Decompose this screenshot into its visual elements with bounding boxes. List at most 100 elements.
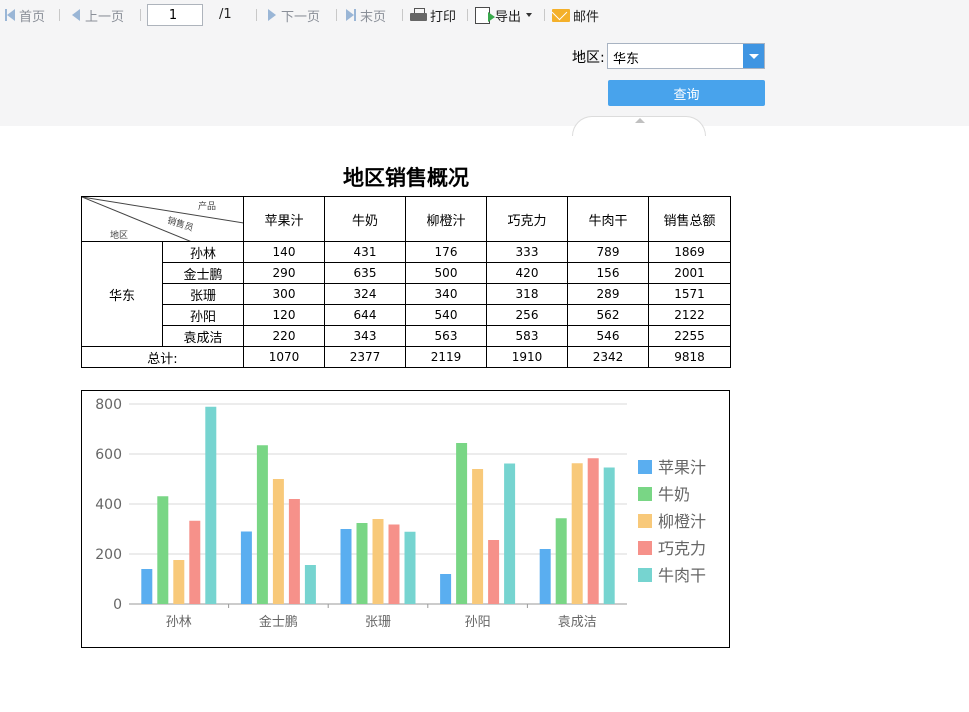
value-cell: 340	[405, 283, 487, 305]
last-page-label: 末页	[360, 9, 387, 25]
legend-label: 苹果汁	[658, 458, 706, 477]
region-select[interactable]: 华东	[607, 43, 765, 69]
bar	[356, 523, 368, 604]
bar	[173, 560, 185, 604]
bar	[256, 445, 268, 604]
region-dropdown-button[interactable]	[743, 44, 764, 68]
x-tick-label: 孙林	[166, 615, 192, 630]
printer-icon	[410, 8, 427, 22]
value-cell: 431	[324, 241, 406, 263]
salesperson-cell: 金士鹏	[162, 262, 244, 284]
bar	[603, 467, 615, 604]
row-total-cell: 1869	[648, 241, 731, 263]
value-cell: 140	[243, 241, 325, 263]
prev-page-button[interactable]: 上一页	[72, 6, 125, 25]
prev-page-icon	[72, 9, 80, 21]
value-cell: 343	[324, 325, 406, 347]
last-page-button[interactable]: 末页	[346, 6, 387, 25]
export-label: 导出	[495, 9, 522, 25]
report-toolbar: 首页 上一页 /1 下一页 末页 打印 导出 邮件	[0, 0, 969, 30]
toolbar-separator	[140, 9, 141, 21]
bar	[504, 463, 516, 604]
bar	[205, 406, 217, 604]
bar	[157, 496, 169, 604]
value-cell: 635	[324, 262, 406, 284]
value-cell: 562	[567, 304, 649, 326]
sales-bar-chart: 0 200 400 600 800 孙林 金士鹏 张珊 孙阳 袁成洁 苹果汁牛奶柳橙汁巧克力牛肉干	[95, 397, 706, 630]
mail-label: 邮件	[573, 9, 600, 25]
value-cell: 583	[486, 325, 568, 347]
legend-label: 柳橙汁	[658, 512, 706, 531]
legend-swatch	[638, 487, 652, 501]
value-cell: 540	[405, 304, 487, 326]
first-page-button[interactable]: 首页	[5, 6, 46, 25]
export-icon	[475, 6, 495, 24]
salesperson-cell: 孙林	[162, 241, 244, 263]
mail-button[interactable]: 邮件	[552, 6, 600, 25]
total-cell: 2377	[324, 346, 406, 368]
first-page-label: 首页	[19, 9, 46, 25]
bar	[488, 540, 500, 604]
region-cell: 华东	[81, 241, 163, 347]
bar	[555, 518, 567, 604]
bar	[404, 531, 416, 604]
export-button[interactable]: 导出	[475, 6, 533, 25]
print-button[interactable]: 打印	[410, 6, 456, 25]
value-cell: 220	[243, 325, 325, 347]
next-page-label: 下一页	[281, 9, 321, 25]
collapse-panel-handle[interactable]	[572, 116, 706, 136]
value-cell: 300	[243, 283, 325, 305]
parameter-panel: 地区: 华东 查询	[0, 30, 969, 136]
total-cell: 9818	[648, 346, 731, 368]
value-cell: 318	[486, 283, 568, 305]
y-tick-label: 0	[113, 597, 122, 613]
x-tick-label: 张珊	[365, 615, 391, 630]
value-cell: 324	[324, 283, 406, 305]
toolbar-separator	[402, 9, 403, 21]
value-cell: 546	[567, 325, 649, 347]
row-total-cell: 1571	[648, 283, 731, 305]
row-total-cell: 2001	[648, 262, 731, 284]
value-cell: 563	[405, 325, 487, 347]
column-header: 巧克力	[486, 196, 568, 242]
value-cell: 789	[567, 241, 649, 263]
column-header: 牛肉干	[567, 196, 649, 242]
value-cell: 333	[486, 241, 568, 263]
report-table: 产品 销售员 地区 苹果汁 牛奶 柳橙汁 巧克力 牛肉干 销售总额 华东 孙林 …	[81, 196, 731, 368]
bar	[340, 529, 352, 604]
legend-swatch	[638, 541, 652, 555]
legend-swatch	[638, 568, 652, 582]
bar	[440, 574, 452, 604]
salesperson-cell: 袁成洁	[162, 325, 244, 347]
page-total: /1	[219, 7, 232, 22]
sales-chart: 0 200 400 600 800 孙林 金士鹏 张珊 孙阳 袁成洁 苹果汁 牛奶 柳橙汁 巧克力 牛肉干	[81, 390, 730, 648]
total-cell: 1910	[486, 346, 568, 368]
total-label-cell: 总计:	[81, 346, 244, 368]
toolbar-separator	[467, 9, 468, 21]
next-page-button[interactable]: 下一页	[268, 6, 321, 25]
column-header: 柳橙汁	[405, 196, 487, 242]
row-total-cell: 2122	[648, 304, 731, 326]
page-number-input[interactable]	[147, 4, 203, 26]
bar	[388, 524, 400, 604]
x-tick-label: 孙阳	[465, 615, 491, 630]
bar	[288, 499, 300, 604]
column-header: 牛奶	[324, 196, 406, 242]
legend-swatch	[638, 514, 652, 528]
toolbar-separator	[544, 9, 545, 21]
table-row: 华东 孙林 140 431 176 333 789 1869	[81, 241, 731, 347]
legend-label: 巧克力	[658, 539, 706, 558]
bar	[141, 569, 153, 604]
bar	[456, 443, 468, 604]
bar	[189, 520, 201, 604]
toolbar-separator	[256, 9, 257, 21]
legend-swatch	[638, 460, 652, 474]
query-button[interactable]: 查询	[608, 80, 765, 106]
column-header: 销售总额	[648, 196, 731, 242]
value-cell: 156	[567, 262, 649, 284]
toolbar-separator	[336, 9, 337, 21]
prev-page-label: 上一页	[85, 9, 125, 25]
region-label: 地区:	[572, 50, 605, 66]
bar	[304, 565, 316, 604]
bar	[539, 549, 551, 604]
